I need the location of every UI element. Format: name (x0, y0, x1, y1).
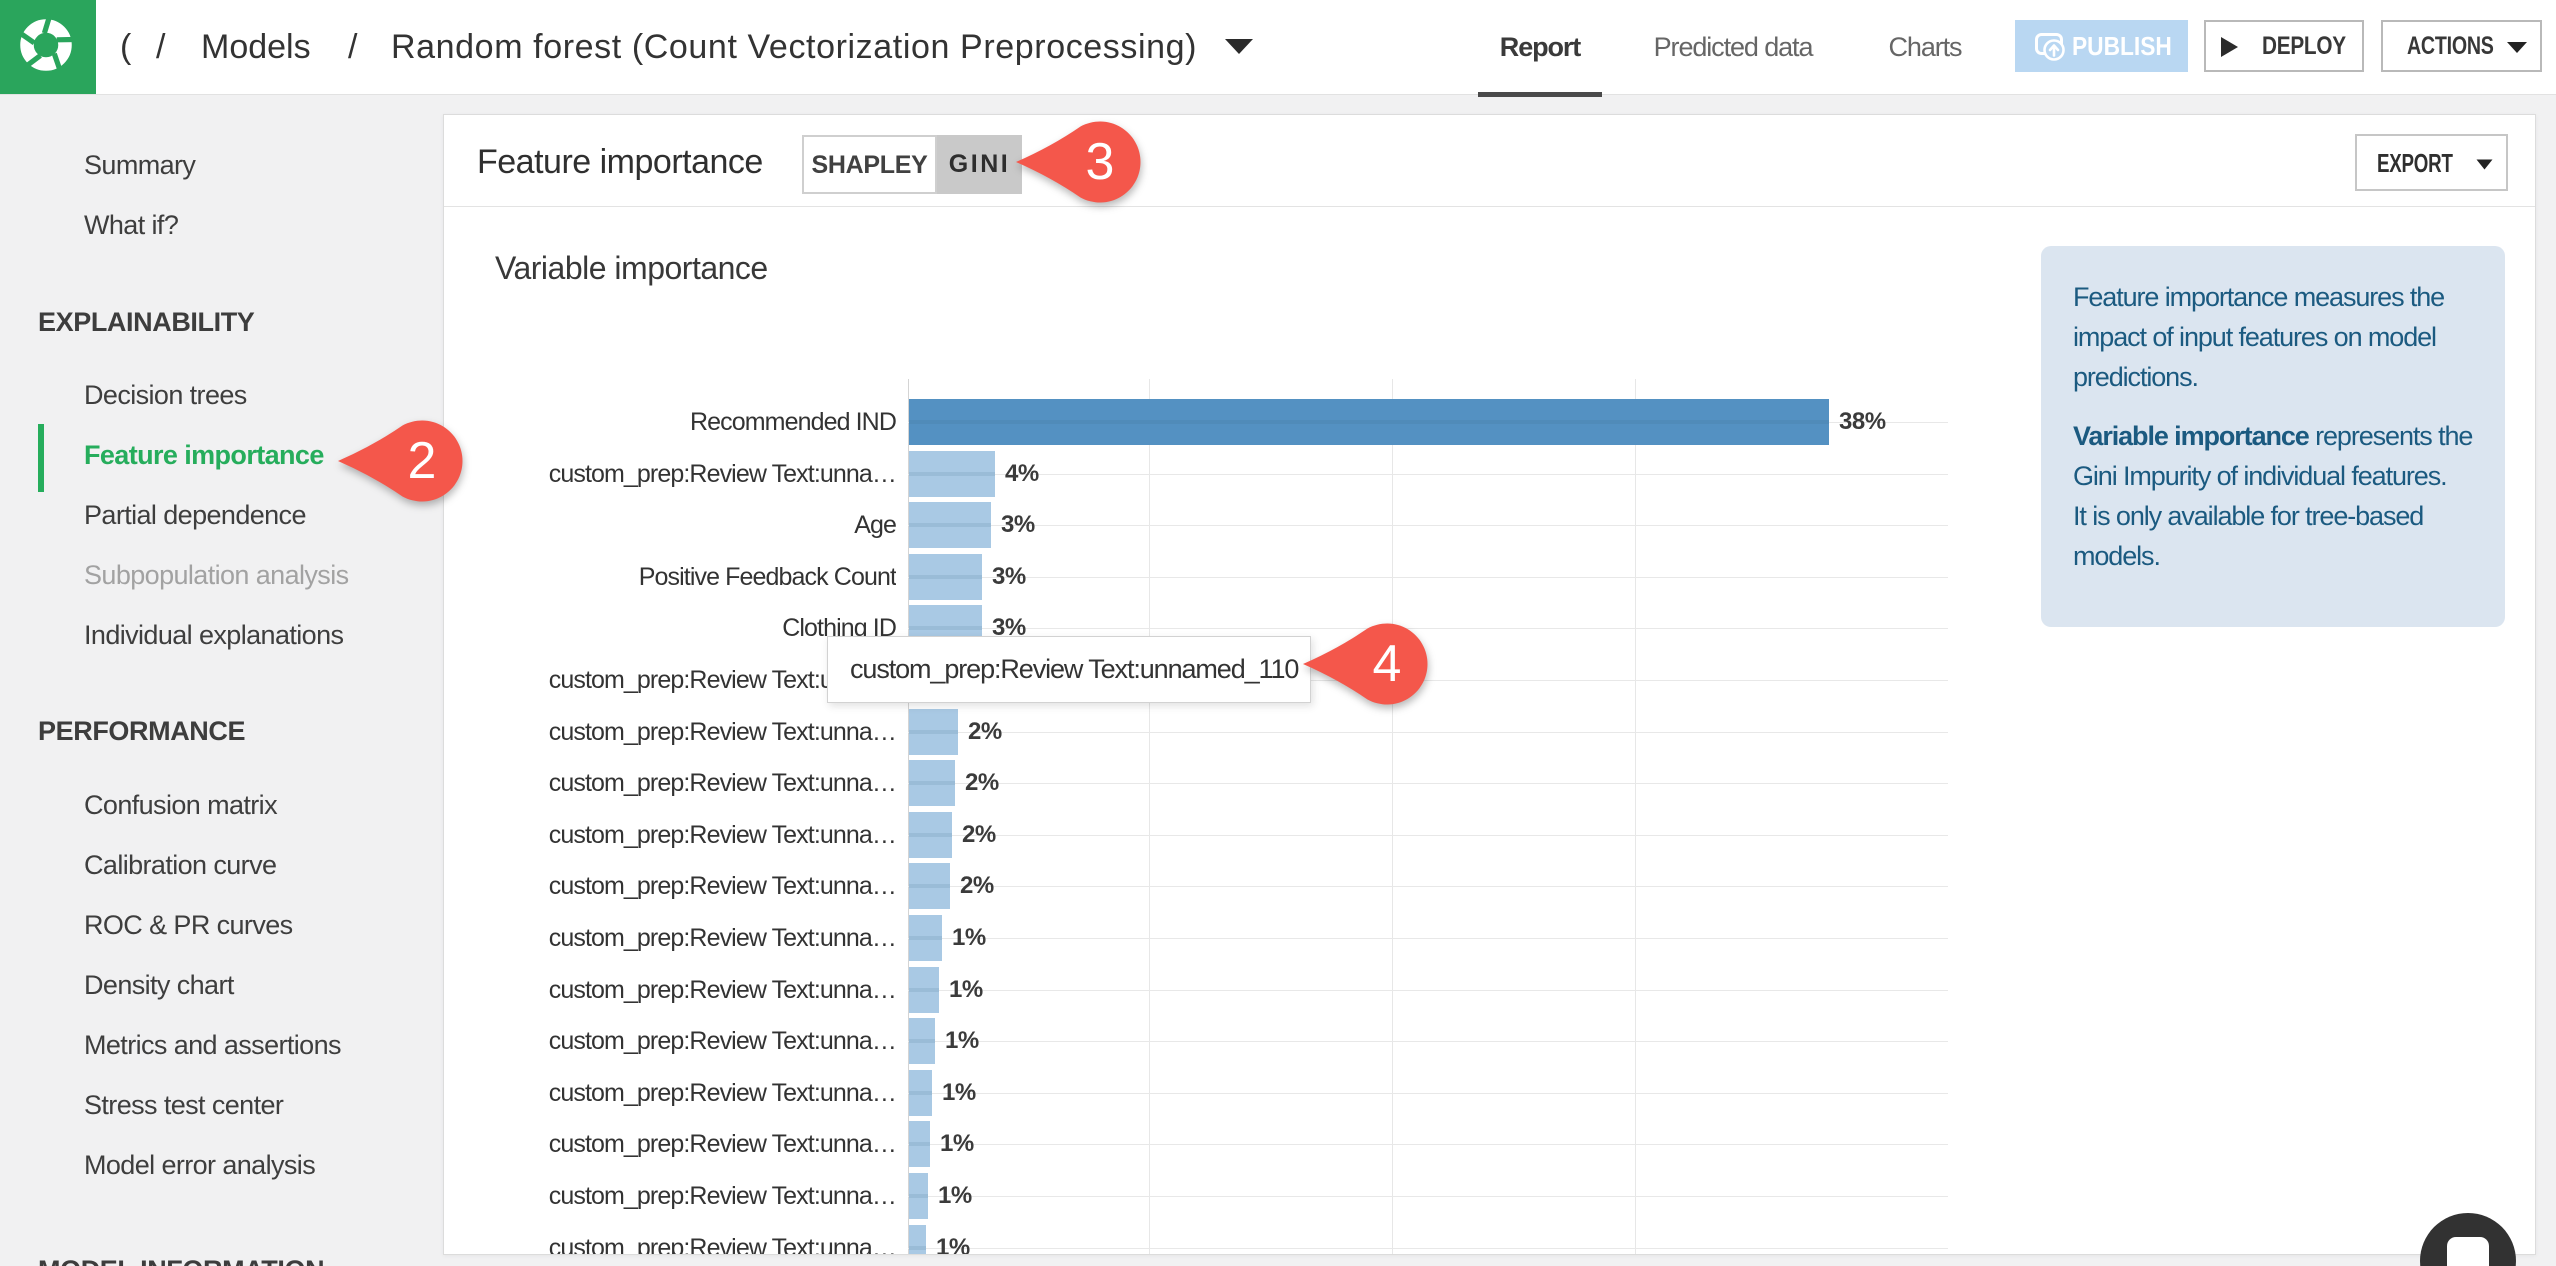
svg-text:2: 2 (408, 432, 437, 490)
svg-text:3: 3 (1086, 133, 1115, 191)
svg-text:4: 4 (1373, 635, 1402, 693)
